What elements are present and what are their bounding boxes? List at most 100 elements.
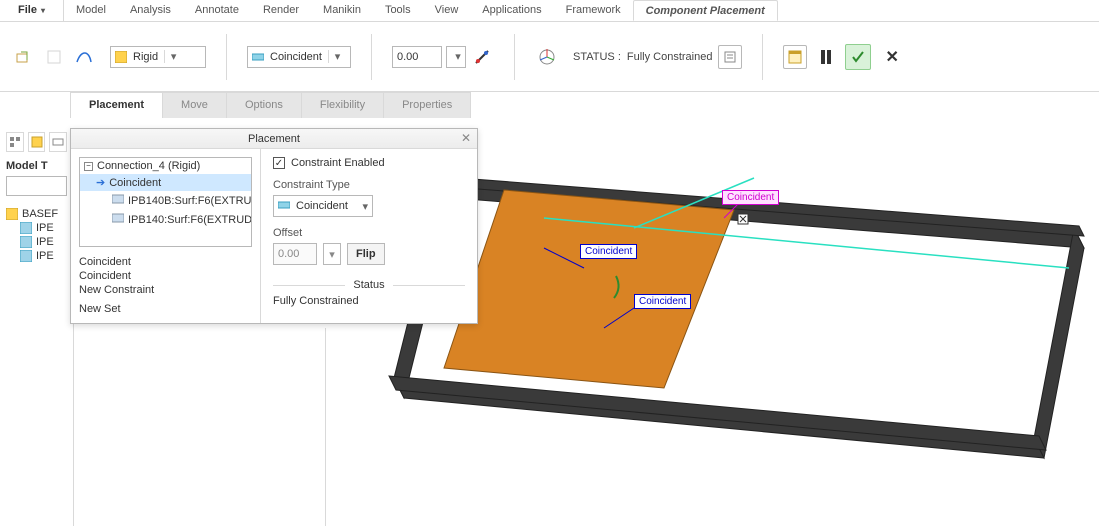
tree-child-2-label: IPE (36, 236, 54, 248)
menu-component-placement[interactable]: Component Placement (633, 0, 778, 21)
vertical-divider (325, 328, 326, 526)
window-icon[interactable] (783, 45, 807, 69)
chevron-down-icon: ▾ (328, 50, 342, 63)
chevron-down-icon: ▾ (362, 200, 368, 213)
surface-icon (112, 212, 124, 227)
coincident-icon (278, 199, 290, 214)
model-tree-label: Model T (6, 160, 67, 172)
menu-tools[interactable]: Tools (373, 0, 423, 21)
sidebar-view-icon-2[interactable] (28, 132, 46, 152)
tree-root[interactable]: BASEF (6, 208, 67, 220)
menu-render[interactable]: Render (251, 0, 311, 21)
menu-manikin[interactable]: Manikin (311, 0, 373, 21)
list-item-new[interactable]: New Constraint (79, 283, 252, 297)
part-icon (20, 250, 32, 262)
status-prefix: STATUS : (573, 51, 621, 63)
menu-framework[interactable]: Framework (554, 0, 633, 21)
collapse-icon[interactable]: − (84, 162, 93, 171)
placement-dialog: Placement ✕ − Connection_4 (Rigid) ➔ Coi… (70, 128, 478, 324)
ribbon-icon-3[interactable] (72, 45, 96, 69)
status-section-label: Status (345, 279, 392, 291)
menubar: File Model Analysis Annotate Render Mani… (0, 0, 1099, 22)
tree-ref-1[interactable]: IPB140B:Surf:F6(EXTRU (80, 191, 251, 210)
offset-unit-dd[interactable]: ▾ (323, 243, 341, 265)
constraint-type-combo[interactable]: Coincident ▾ (273, 195, 373, 217)
cancel-button[interactable]: ✕ (885, 47, 898, 67)
coincident-label: Coincident (270, 51, 322, 63)
ribbon-icon-2[interactable] (42, 45, 66, 69)
constraint-enabled-label: Constraint Enabled (291, 157, 385, 169)
tab-properties[interactable]: Properties (383, 92, 471, 118)
constraint-type-value: Coincident (296, 200, 348, 212)
status-value: Fully Constrained (627, 51, 713, 63)
offset-input[interactable] (392, 46, 442, 68)
subtabs: Placement Move Options Flexibility Prope… (70, 92, 1099, 118)
chevron-down-icon: ▾ (164, 50, 178, 63)
arrow-icon: ➔ (96, 176, 105, 189)
tree-ref-2[interactable]: IPB140:Surf:F6(EXTRUD (80, 210, 251, 229)
constraint-tag-active[interactable]: Coincident (722, 190, 779, 205)
constraint-enabled-row[interactable]: Constraint Enabled (273, 157, 465, 169)
ok-button[interactable] (845, 44, 871, 70)
constraint-list: Coincident Coincident New Constraint (79, 255, 252, 297)
tree-child-1-label: IPE (36, 222, 54, 234)
csys-icon[interactable] (535, 45, 559, 69)
constraint-tag-2[interactable]: Coincident (634, 294, 691, 309)
surface-icon (112, 193, 124, 208)
tab-flexibility[interactable]: Flexibility (301, 92, 384, 118)
offset-label: Offset (273, 227, 465, 239)
checkbox-icon[interactable] (273, 157, 285, 169)
assembly-icon (6, 208, 18, 220)
constraint-tag-1[interactable]: Coincident (580, 244, 637, 259)
pause-button[interactable] (821, 50, 831, 64)
menu-annotate[interactable]: Annotate (183, 0, 251, 21)
tree-child-3-label: IPE (36, 250, 54, 262)
chevron-down-icon: ▾ (449, 50, 463, 63)
new-set[interactable]: New Set (79, 303, 252, 315)
status-options-icon[interactable] (718, 45, 742, 69)
constraint-type-label: Constraint Type (273, 179, 465, 191)
tree-ref-2-label: IPB140:Surf:F6(EXTRUD (128, 214, 251, 226)
offset-unit-combo[interactable]: ▾ (446, 46, 466, 68)
coincident-combo[interactable]: Coincident ▾ (247, 46, 351, 68)
coincident-icon (252, 51, 264, 63)
menu-applications[interactable]: Applications (470, 0, 553, 21)
rigid-icon (115, 51, 127, 63)
sidebar: Model T BASEF IPE IPE IPE (0, 128, 74, 526)
list-item[interactable]: Coincident (79, 269, 252, 283)
dialog-title: Placement (248, 133, 300, 145)
sidebar-view-icon-1[interactable] (6, 132, 24, 152)
rigid-label: Rigid (133, 51, 158, 63)
tree-child-2[interactable]: IPE (6, 236, 67, 248)
ribbon: Rigid ▾ Coincident ▾ ▾ STATUS : Fully Co… (0, 22, 1099, 92)
tree-ref-1-label: IPB140B:Surf:F6(EXTRU (128, 195, 251, 207)
ribbon-icon-1[interactable] (12, 45, 36, 69)
menu-model[interactable]: Model (64, 0, 118, 21)
model-tree-search[interactable] (6, 176, 67, 196)
part-icon (20, 222, 32, 234)
tree-connection[interactable]: − Connection_4 (Rigid) (80, 158, 251, 174)
rigid-combo[interactable]: Rigid ▾ (110, 46, 206, 68)
tree-child-1[interactable]: IPE (6, 222, 67, 234)
sidebar-view-icon-3[interactable] (49, 132, 67, 152)
menu-analysis[interactable]: Analysis (118, 0, 183, 21)
tab-options[interactable]: Options (226, 92, 302, 118)
tree-child-3[interactable]: IPE (6, 250, 67, 262)
offset-value-input[interactable] (273, 243, 317, 265)
tree-root-label: BASEF (22, 208, 58, 220)
flip-icon[interactable] (470, 45, 494, 69)
dialog-titlebar[interactable]: Placement ✕ (71, 129, 477, 149)
tab-placement[interactable]: Placement (70, 92, 163, 118)
tree-connection-label: Connection_4 (Rigid) (97, 160, 200, 172)
tree-constraint-active[interactable]: ➔ Coincident (80, 174, 251, 191)
constraint-tree: − Connection_4 (Rigid) ➔ Coincident IPB1… (79, 157, 252, 247)
tab-move[interactable]: Move (162, 92, 227, 118)
tree-constraint-active-label: Coincident (109, 177, 161, 189)
menu-file[interactable]: File (6, 0, 64, 21)
close-icon[interactable]: ✕ (461, 131, 471, 145)
dialog-status-value: Fully Constrained (273, 295, 465, 307)
menu-view[interactable]: View (423, 0, 471, 21)
part-icon (20, 236, 32, 248)
list-item[interactable]: Coincident (79, 255, 252, 269)
flip-button[interactable]: Flip (347, 243, 385, 265)
